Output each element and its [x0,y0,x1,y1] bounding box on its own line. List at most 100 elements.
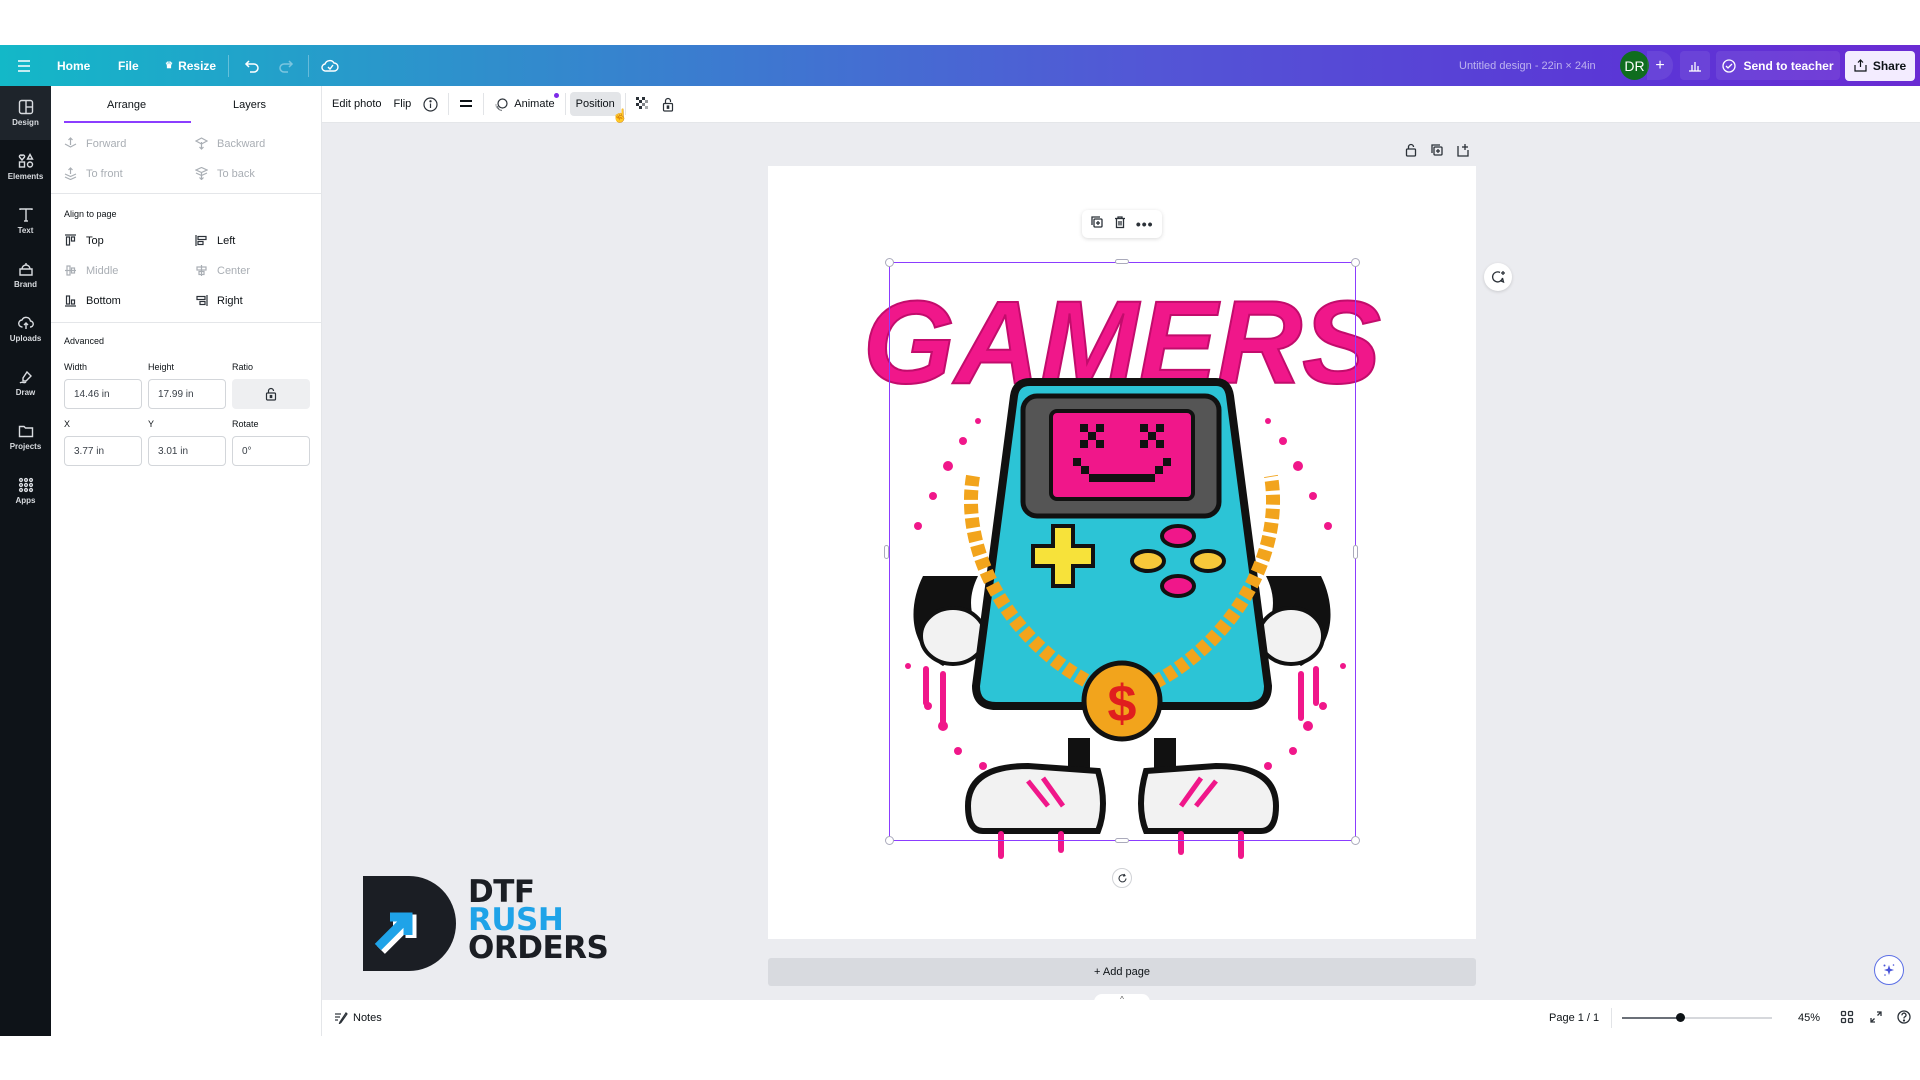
backward-label: Backward [217,137,266,150]
width-input[interactable]: 14.46 in [64,379,142,409]
x-value: 3.77 in [74,445,105,457]
share-button[interactable]: Share [1845,50,1915,81]
resize-handle-left[interactable] [884,545,889,559]
lock-icon [1405,143,1417,157]
document-title[interactable]: Untitled design - 22in × 24in [1459,60,1596,72]
add-page-icon-button[interactable] [1456,143,1470,162]
file-button[interactable]: File [118,59,139,73]
rail-item-brand[interactable]: Brand [0,248,51,302]
edit-photo-button[interactable]: Edit photo [326,92,388,116]
x-input[interactable]: 3.77 in [64,436,142,466]
page-indicator[interactable]: Page 1 / 1 [1549,1012,1599,1024]
divider [564,93,566,115]
home-button[interactable]: Home [57,59,90,73]
edit-photo-label: Edit photo [332,98,382,110]
magic-assistant-button[interactable] [1874,955,1904,985]
save-status-button[interactable] [321,59,339,73]
undo-icon [244,59,259,73]
add-comment-button[interactable] [1484,263,1512,291]
rotate-handle[interactable] [1112,868,1132,888]
divider [51,193,322,194]
y-input[interactable]: 3.01 in [148,436,226,466]
animate-button[interactable]: Animate [488,92,560,116]
add-collaborator-button[interactable]: + [1647,51,1673,80]
resize-handle-right[interactable] [1353,545,1358,559]
position-panel: Arrange Layers Forward Backward To front… [51,86,322,1036]
width-label: Width [64,362,88,372]
rail-item-uploads[interactable]: Uploads [0,302,51,356]
to-back-button[interactable]: To back [195,167,255,180]
avatar[interactable]: DR [1620,51,1649,80]
zoom-percent[interactable]: 45% [1798,1012,1820,1024]
rail-item-draw[interactable]: Draw [0,356,51,410]
zoom-slider[interactable] [1622,1011,1772,1025]
align-left-button[interactable]: Left [195,234,235,247]
selection-box[interactable] [889,262,1356,841]
rotate-input[interactable]: 0° [232,436,310,466]
resize-handle-top-left[interactable] [885,258,894,267]
resize-button[interactable]: ♛ Resize [165,59,216,73]
pen-icon [19,370,32,384]
notes-button[interactable]: Notes [334,1012,382,1024]
delete-element-button[interactable] [1113,215,1127,234]
left-rail: Design Elements Text Brand Uploads Draw … [0,86,51,1036]
forward-button[interactable]: Forward [64,137,126,150]
send-to-teacher-label: Send to teacher [1743,58,1834,73]
lock-button[interactable] [656,92,680,116]
to-front-button[interactable]: To front [64,167,123,180]
zoom-slider-thumb[interactable] [1676,1013,1685,1022]
send-to-teacher-button[interactable]: Send to teacher [1716,51,1840,80]
resize-handle-bottom-left[interactable] [885,836,894,845]
undo-button[interactable] [244,59,260,73]
plus-icon: + [1655,56,1665,74]
resize-handle-bottom[interactable] [1115,838,1129,843]
avatar-initials: DR [1624,57,1645,74]
brand-icon [18,263,33,276]
align-middle-button[interactable]: Middle [64,264,118,277]
backward-button[interactable]: Backward [195,137,265,150]
fullscreen-button[interactable] [1869,1010,1883,1027]
transparency-button[interactable] [630,92,656,116]
rail-item-projects[interactable]: Projects [0,410,51,464]
lock-page-button[interactable] [1404,143,1418,162]
help-button[interactable] [1897,1009,1911,1027]
divider [228,54,229,77]
align-center-button[interactable]: Center [195,264,250,277]
align-top-button[interactable]: Top [64,234,104,247]
lock-open-icon [662,97,673,112]
redo-button[interactable] [278,59,294,73]
rail-item-text[interactable]: Text [0,194,51,248]
rail-label: Apps [15,496,36,505]
file-label: File [118,58,139,73]
align-heading: Align to page [64,209,117,219]
grid-view-button[interactable] [1840,1010,1854,1027]
cloud-check-icon [321,59,339,72]
flip-button[interactable]: Flip [388,92,418,116]
border-style-button[interactable] [453,92,479,116]
tab-arrange[interactable]: Arrange [107,99,146,111]
rail-item-apps[interactable]: Apps [0,464,51,518]
rail-item-elements[interactable]: Elements [0,140,51,194]
more-options-button[interactable]: ••• [1136,216,1154,232]
info-button[interactable] [417,92,444,116]
height-input[interactable]: 17.99 in [148,379,226,409]
tab-layers[interactable]: Layers [233,99,266,111]
resize-handle-top[interactable] [1115,259,1129,264]
menu-button[interactable] [17,59,31,72]
ratio-lock-button[interactable] [232,379,310,409]
ellipsis-icon: ••• [1135,216,1154,232]
rail-item-design[interactable]: Design [0,86,51,140]
duplicate-icon [1431,144,1443,156]
align-bottom-button[interactable]: Bottom [64,294,121,307]
duplicate-element-button[interactable] [1090,215,1104,234]
resize-handle-bottom-right[interactable] [1351,836,1360,845]
divider [448,93,450,115]
align-right-button[interactable]: Right [195,294,243,307]
resize-handle-top-right[interactable] [1351,258,1360,267]
rotate-icon [1117,873,1127,882]
expand-icon [1870,1010,1882,1023]
add-page-button[interactable]: + Add page [768,958,1476,986]
duplicate-page-button[interactable] [1430,143,1444,162]
home-label: Home [57,58,91,73]
insights-button[interactable] [1680,51,1710,80]
